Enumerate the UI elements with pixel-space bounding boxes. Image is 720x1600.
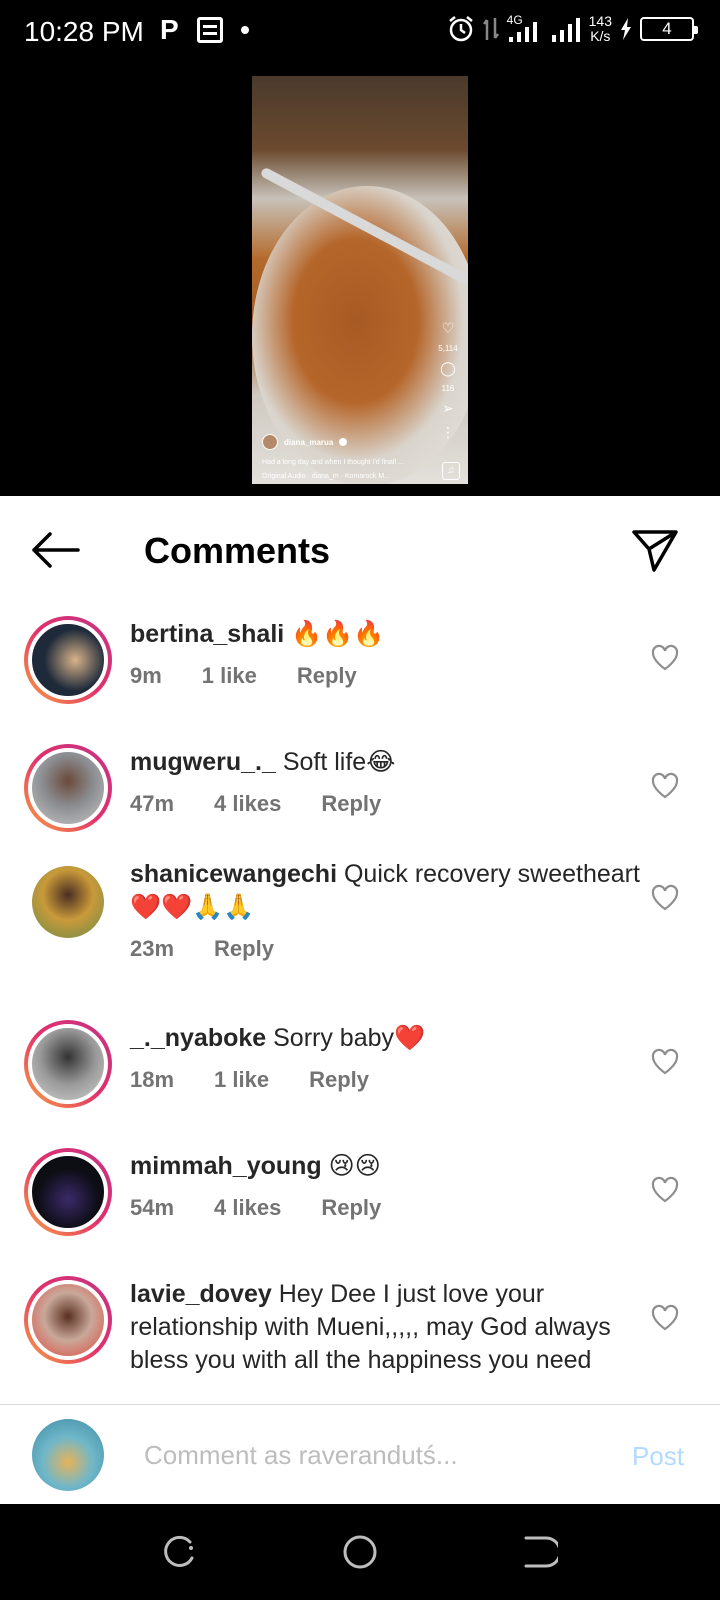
parking-app-icon: P <box>160 14 179 45</box>
heart-outline-icon[interactable] <box>650 1176 680 1204</box>
reply-button[interactable]: Reply <box>321 787 381 820</box>
comment-time: 47m <box>130 791 175 816</box>
home-circle-icon[interactable] <box>342 1534 378 1570</box>
comment-username[interactable]: lavie_dovey <box>130 1280 272 1308</box>
comment-likes[interactable]: 4 likes <box>214 787 281 820</box>
alarm-icon <box>448 16 473 42</box>
comment-time: 23m <box>130 936 175 961</box>
recents-icon[interactable] <box>162 1534 198 1570</box>
post-button[interactable]: Post <box>632 1441 684 1472</box>
commenter-avatar[interactable] <box>24 1148 112 1236</box>
reel-video-thumbnail[interactable]: ♡ 5,114 ◯ 116 ➢ ⋮ diana_marua Had a long… <box>252 76 468 484</box>
commenter-avatar[interactable] <box>24 616 112 704</box>
comment-username[interactable]: _._nyaboke <box>130 1024 266 1052</box>
comment-text: 🔥🔥🔥 <box>284 620 385 648</box>
reel-more-icon[interactable]: ⋮ <box>438 424 458 441</box>
heart-outline-icon[interactable] <box>650 884 680 912</box>
current-user-avatar <box>32 1419 104 1491</box>
comment-input[interactable] <box>144 1435 604 1475</box>
comment-username[interactable]: shanicewangechi <box>130 860 337 888</box>
reel-author-name: diana_marua <box>284 437 334 447</box>
comment-time: 18m <box>130 1067 175 1092</box>
comment-username[interactable]: mimmah_young <box>130 1152 322 1180</box>
page-title: Comments <box>144 530 331 571</box>
music-note-icon[interactable]: ♫ <box>442 462 460 480</box>
heart-outline-icon[interactable] <box>650 772 680 800</box>
reply-button[interactable]: Reply <box>321 1191 381 1224</box>
comment-text: Soft life😂 <box>275 748 396 776</box>
commenter-avatar[interactable] <box>24 858 112 946</box>
comment-likes[interactable]: 1 like <box>214 1063 269 1096</box>
comment-username[interactable]: bertina_shali <box>130 620 284 648</box>
reel-like-icon[interactable]: ♡ <box>438 320 458 337</box>
reel-share-icon[interactable]: ➢ <box>438 400 458 417</box>
back-arrow-icon[interactable] <box>30 532 80 568</box>
reel-author-avatar <box>262 434 278 450</box>
reel-comments-count: 116 <box>441 384 455 393</box>
comment-text: Sorry baby❤️ <box>266 1024 426 1052</box>
reel-caption: Had a long day and when I thought I'd fi… <box>262 459 404 466</box>
comment-composer: Post <box>0 1404 720 1504</box>
comment-time: 9m <box>130 663 162 688</box>
reply-button[interactable]: Reply <box>214 932 274 965</box>
back-nav-icon[interactable] <box>522 1534 558 1570</box>
verified-badge-icon <box>339 438 348 446</box>
commenter-avatar[interactable] <box>24 1020 112 1108</box>
signal-bars-icon <box>551 18 580 42</box>
heart-outline-icon[interactable] <box>650 1304 680 1332</box>
battery-icon: 4 <box>640 17 698 41</box>
network-speed: 143 K/s <box>588 13 612 44</box>
comment-time: 54m <box>130 1195 175 1220</box>
comment-likes[interactable]: 1 like <box>202 659 257 692</box>
status-bar: 10:28 PM P 4G 143 K/s 4 <box>0 0 720 66</box>
system-icons: 4G 143 K/s 4 <box>447 13 698 44</box>
reel-likes-count: 5,114 <box>438 344 458 353</box>
commenter-avatar[interactable] <box>24 1276 112 1364</box>
commenter-avatar[interactable] <box>24 744 112 832</box>
comment-text: 😢😢 <box>321 1152 381 1180</box>
charging-bolt-icon <box>621 18 631 40</box>
comments-header: Comments <box>0 496 720 602</box>
system-nav-bar <box>0 1504 720 1600</box>
reel-comment-icon[interactable]: ◯ <box>438 360 458 377</box>
heart-outline-icon[interactable] <box>650 1048 680 1076</box>
comment-likes[interactable]: 4 likes <box>214 1191 281 1224</box>
reel-author[interactable]: diana_marua <box>262 434 348 450</box>
message-notification-icon <box>196 17 223 43</box>
comments-list[interactable]: bertina_shali 🔥🔥🔥 9m 1 like Reply mugweru_… <box>0 602 720 1404</box>
status-time: 10:28 PM <box>24 16 144 47</box>
more-notifications-dot-icon <box>240 26 249 34</box>
reply-button[interactable]: Reply <box>309 1063 369 1096</box>
reel-audio[interactable]: Original Audio · diana_m · Komarock M... <box>262 473 390 480</box>
signal-4g-icon: 4G <box>507 13 543 43</box>
notification-icons: P <box>160 14 249 46</box>
heart-outline-icon[interactable] <box>650 644 680 672</box>
reply-button[interactable]: Reply <box>297 659 357 692</box>
data-transfer-icon <box>482 18 499 40</box>
reel-video-area[interactable]: ♡ 5,114 ◯ 116 ➢ ⋮ diana_marua Had a long… <box>0 66 720 496</box>
paper-plane-icon[interactable] <box>630 528 680 574</box>
comment-username[interactable]: mugweru_._ <box>130 748 276 776</box>
